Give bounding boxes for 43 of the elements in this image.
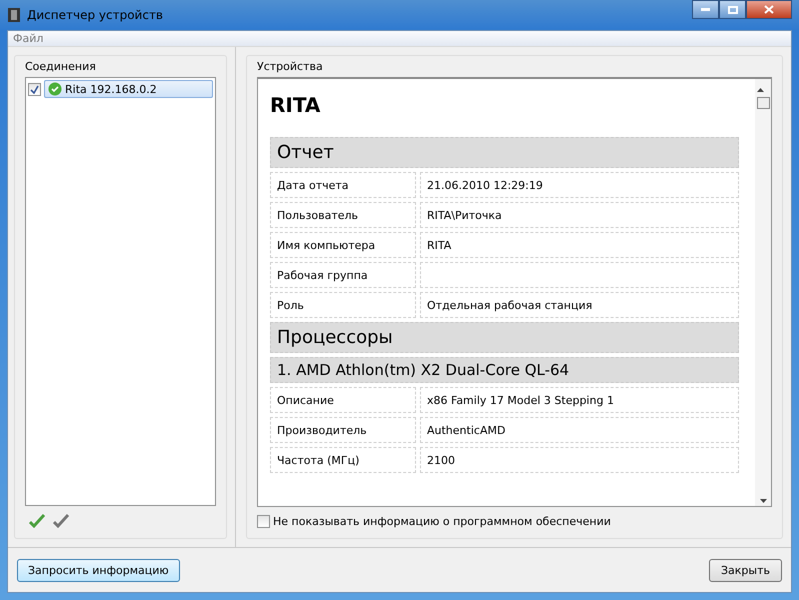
maximize-button[interactable]	[719, 0, 746, 19]
maximize-icon	[728, 6, 738, 14]
table-cell: Описание	[270, 387, 416, 413]
checkbox[interactable]	[257, 515, 270, 528]
minimize-button[interactable]	[692, 0, 719, 19]
section-heading: Отчет	[270, 137, 739, 168]
table-cell: Пользователь	[270, 202, 416, 228]
status-ok-icon	[48, 82, 62, 96]
scroll-down-icon[interactable]	[760, 499, 766, 503]
app-icon	[7, 7, 21, 23]
table-cell: Роль	[270, 292, 416, 318]
table-cell: Дата отчета	[270, 172, 416, 198]
close-icon	[764, 5, 774, 14]
table-cell: Имя компьютера	[270, 232, 416, 258]
group-title: Соединения	[25, 60, 97, 73]
check-icon[interactable]	[29, 514, 45, 528]
menu-item[interactable]: Файл	[13, 32, 44, 45]
table-cell: RITA\Риточка	[420, 202, 739, 228]
scrollbar[interactable]	[755, 79, 771, 506]
table-cell: Отдельная рабочая станция	[420, 292, 739, 318]
window-title: Диспетчер устройств	[27, 8, 164, 22]
table-cell: Частота (МГц)	[270, 447, 416, 473]
scroll-up-icon[interactable]	[756, 88, 764, 92]
table-cell: 2100	[420, 447, 739, 473]
request-info-button[interactable]: Запросить информацию	[17, 558, 180, 582]
minimize-icon	[701, 8, 710, 11]
section-heading: Процессоры	[270, 322, 739, 353]
table-cell: AuthenticAMD	[420, 417, 739, 443]
close-button[interactable]: Закрыть	[709, 558, 782, 582]
table-cell: Производитель	[270, 417, 416, 443]
subsection-heading: 1. AMD Athlon(tm) X2 Dual-Core QL-64	[270, 357, 739, 383]
checkbox-label: Не показывать информацию о программном обеспечении	[273, 515, 611, 528]
table-cell: RITA	[420, 232, 739, 258]
table-cell: 21.06.2010 12:29:19	[420, 172, 739, 198]
close-button[interactable]	[746, 0, 792, 19]
report-heading: RITA	[270, 93, 322, 117]
checkbox[interactable]	[28, 82, 41, 96]
table-cell: x86 Family 17 Model 3 Stepping 1	[420, 387, 739, 413]
check-icon[interactable]	[53, 514, 69, 528]
group-title: Устройства	[257, 60, 324, 73]
scroll-thumb[interactable]	[756, 97, 770, 109]
tree-item[interactable]: Rita 192.168.0.2	[44, 80, 213, 98]
table-cell: Рабочая группа	[270, 262, 416, 288]
